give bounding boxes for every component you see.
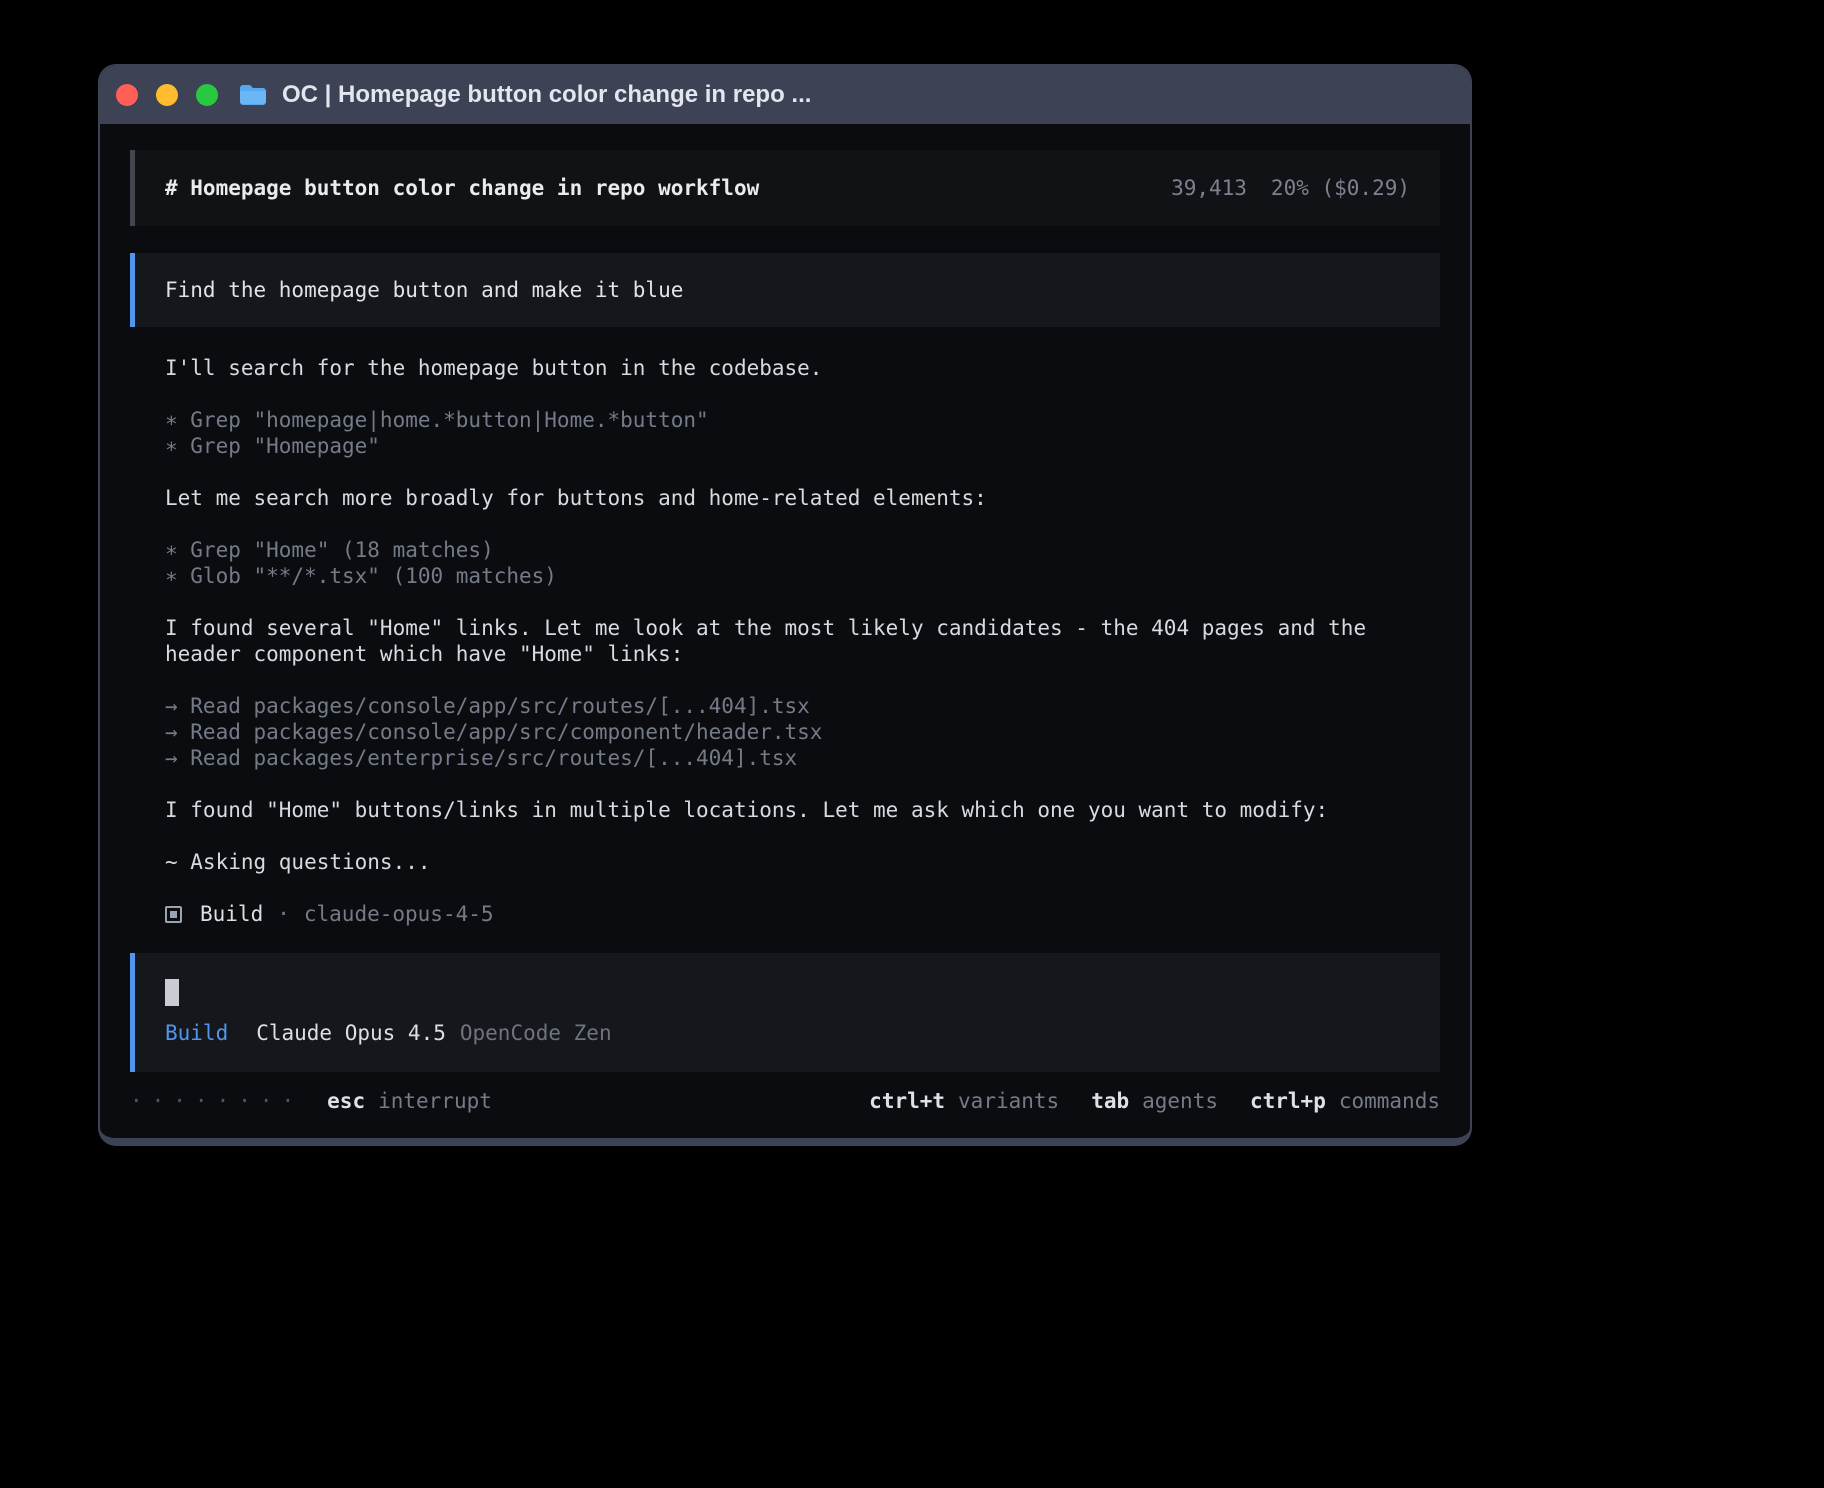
prompt-input[interactable]: Build Claude Opus 4.5 OpenCode Zen xyxy=(130,953,1440,1072)
tool-call-grep: ∗ Grep "homepage|home.*button|Home.*butt… xyxy=(165,407,1440,433)
status-bar-right: ctrl+t variants tab agents ctrl+p comman… xyxy=(869,1088,1440,1114)
window-title: OC | Homepage button color change in rep… xyxy=(282,81,811,109)
assistant-message: I'll search for the homepage button in t… xyxy=(165,355,1440,381)
tool-call-read: → Read packages/console/app/src/componen… xyxy=(165,719,1440,745)
shortcut-agents: tab agents xyxy=(1091,1088,1218,1114)
assistant-message: Let me search more broadly for buttons a… xyxy=(165,485,1440,511)
tool-call-read: → Read packages/console/app/src/routes/[… xyxy=(165,693,1440,719)
tool-call-group: ∗ Grep "Home" (18 matches) ∗ Glob "**/*.… xyxy=(165,537,1440,589)
tool-call-group: ∗ Grep "homepage|home.*button|Home.*butt… xyxy=(165,407,1440,459)
agent-model: claude-opus-4-5 xyxy=(304,901,494,927)
minimize-button[interactable] xyxy=(156,84,178,106)
tool-call-group: → Read packages/console/app/src/routes/[… xyxy=(165,693,1440,771)
shortcut-label: interrupt xyxy=(378,1088,492,1114)
session-header: # Homepage button color change in repo w… xyxy=(130,150,1440,226)
shortcut-commands: ctrl+p commands xyxy=(1250,1088,1440,1114)
assistant-text: Let me search more broadly for buttons a… xyxy=(165,485,1440,511)
assistant-text: I'll search for the homepage button in t… xyxy=(165,355,1440,381)
context-usage: 20% ($0.29) xyxy=(1271,175,1410,201)
traffic-lights xyxy=(116,84,218,106)
status-bar: ········ esc interrupt ctrl+t variants t… xyxy=(130,1088,1440,1114)
shortcut-key: ctrl+t xyxy=(869,1088,945,1114)
assistant-message: I found several "Home" links. Let me loo… xyxy=(165,615,1440,667)
shortcut-variants: ctrl+t variants xyxy=(869,1088,1059,1114)
assistant-text: I found "Home" buttons/links in multiple… xyxy=(165,797,1440,823)
session-stats: 39,413 20% ($0.29) xyxy=(1171,175,1410,201)
tool-call-read: → Read packages/enterprise/src/routes/[.… xyxy=(165,745,1440,771)
folder-icon xyxy=(238,83,268,107)
shortcut-interrupt: esc interrupt xyxy=(327,1088,492,1114)
input-status-line: Build Claude Opus 4.5 OpenCode Zen xyxy=(165,1020,1410,1046)
agent-icon xyxy=(165,906,182,923)
input-model-label: Claude Opus 4.5 xyxy=(256,1020,446,1046)
tool-call-grep: ∗ Grep "Home" (18 matches) xyxy=(165,537,1440,563)
shortcut-key: esc xyxy=(327,1088,365,1114)
spinner-dots: ········ xyxy=(130,1088,303,1114)
shortcut-label: variants xyxy=(958,1088,1059,1114)
assistant-text: I found several "Home" links. Let me loo… xyxy=(165,615,1440,667)
agent-separator: · xyxy=(277,901,290,927)
status-message: ~ Asking questions... xyxy=(165,849,1440,875)
assistant-message: I found "Home" buttons/links in multiple… xyxy=(165,797,1440,823)
user-message-text: Find the homepage button and make it blu… xyxy=(165,278,683,302)
close-button[interactable] xyxy=(116,84,138,106)
conversation: I'll search for the homepage button in t… xyxy=(130,355,1440,953)
tool-call-glob: ∗ Glob "**/*.tsx" (100 matches) xyxy=(165,563,1440,589)
user-message: Find the homepage button and make it blu… xyxy=(130,253,1440,327)
text-cursor xyxy=(165,979,179,1006)
agent-name: Build xyxy=(200,901,263,927)
terminal-window: OC | Homepage button color change in rep… xyxy=(98,64,1472,1146)
input-provider-label: OpenCode Zen xyxy=(460,1020,612,1046)
shortcut-label: agents xyxy=(1142,1088,1218,1114)
shortcut-key: tab xyxy=(1091,1088,1129,1114)
terminal-content: # Homepage button color change in repo w… xyxy=(100,124,1470,1138)
shortcut-key: ctrl+p xyxy=(1250,1088,1326,1114)
status-bar-left: ········ esc interrupt xyxy=(130,1088,492,1114)
tool-call-grep: ∗ Grep "Homepage" xyxy=(165,433,1440,459)
shortcut-label: commands xyxy=(1339,1088,1440,1114)
window-titlebar[interactable]: OC | Homepage button color change in rep… xyxy=(100,66,1470,124)
input-mode-label: Build xyxy=(165,1020,228,1046)
zoom-button[interactable] xyxy=(196,84,218,106)
session-title: # Homepage button color change in repo w… xyxy=(165,175,759,201)
agent-status-row: Build · claude-opus-4-5 xyxy=(165,901,1440,927)
token-count: 39,413 xyxy=(1171,175,1247,201)
asking-questions-status: ~ Asking questions... xyxy=(165,849,1440,875)
